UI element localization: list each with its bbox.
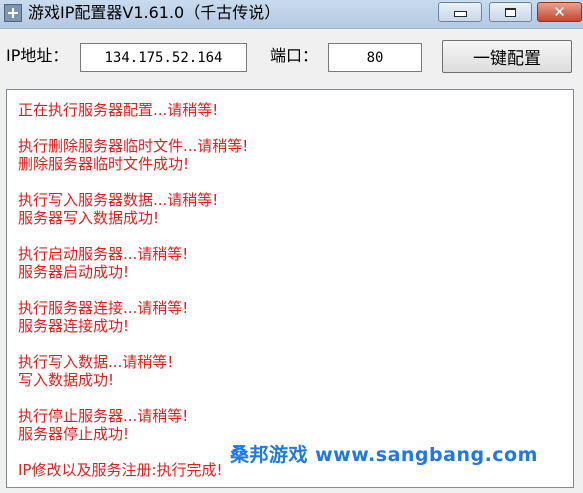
- minimize-icon: [453, 11, 467, 17]
- maximize-icon: [505, 7, 516, 17]
- log-line: 服务器写入数据成功!: [18, 209, 160, 227]
- log-line: 执行服务器连接...请稍等!: [18, 299, 189, 317]
- log-line: 执行删除服务器临时文件...请稍等!: [18, 137, 249, 155]
- port-input[interactable]: [328, 43, 422, 72]
- log-line: 服务器启动成功!: [18, 263, 130, 281]
- close-icon: ✕: [553, 3, 566, 21]
- log-line: 删除服务器临时文件成功!: [18, 155, 190, 173]
- log-output[interactable]: 正在执行服务器配置...请稍等! 执行删除服务器临时文件...请稍等! 删除服务…: [6, 89, 574, 488]
- title-bar[interactable]: 游戏IP配置器V1.61.0（千古传说） ✕: [0, 0, 583, 29]
- log-line: 服务器停止成功!: [18, 425, 130, 443]
- log-line: 执行写入服务器数据...请稍等!: [18, 191, 219, 209]
- minimize-button[interactable]: [438, 2, 482, 22]
- app-icon: [4, 4, 22, 22]
- site-watermark: 桑邦游戏 www.sangbang.com: [230, 444, 538, 466]
- log-line: 正在执行服务器配置...请稍等!: [18, 101, 219, 119]
- log-line: 执行停止服务器...请稍等!: [18, 407, 189, 425]
- log-line: 执行启动服务器...请稍等!: [18, 245, 189, 263]
- app-window: 游戏IP配置器V1.61.0（千古传说） ✕ IP地址： 端口： 一键配置 正在…: [0, 0, 583, 493]
- window-title: 游戏IP配置器V1.61.0（千古传说）: [28, 3, 281, 22]
- log-line: 执行写入数据...请稍等!: [18, 353, 174, 371]
- ip-label: IP地址：: [6, 46, 69, 65]
- log-line: 服务器连接成功!: [18, 317, 130, 335]
- port-label: 端口：: [270, 46, 319, 65]
- maximize-button[interactable]: [489, 2, 532, 22]
- one-click-config-button[interactable]: 一键配置: [442, 40, 572, 73]
- log-line: IP修改以及服务注册:执行完成!: [18, 461, 223, 479]
- close-button[interactable]: ✕: [537, 2, 582, 22]
- log-line: 写入数据成功!: [18, 371, 115, 389]
- ip-address-input[interactable]: [80, 43, 247, 72]
